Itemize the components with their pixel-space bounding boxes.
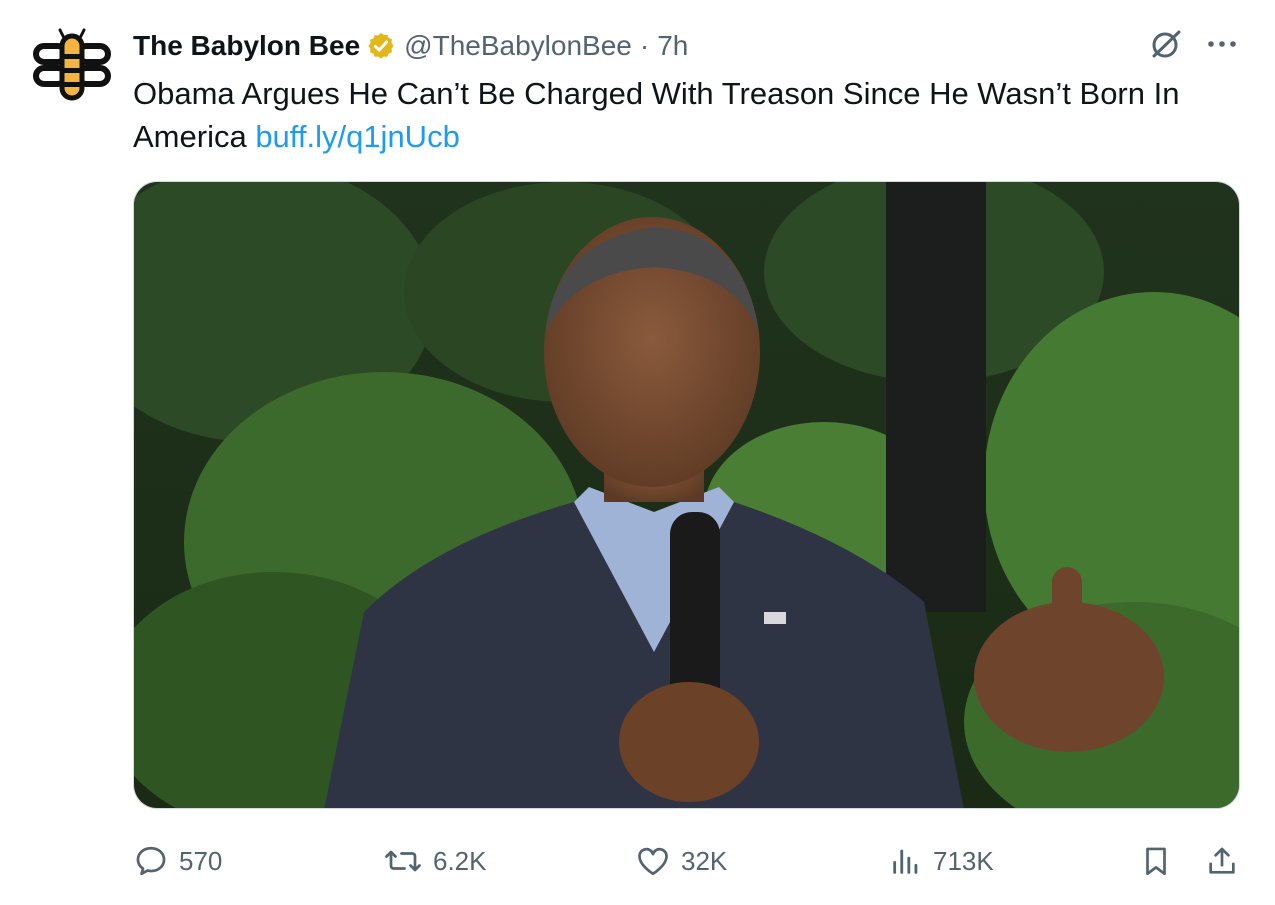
handle[interactable]: @TheBabylonBee	[404, 30, 632, 62]
tweet-photo[interactable]	[133, 181, 1240, 809]
like-count: 32K	[681, 845, 728, 876]
heart-icon	[638, 847, 668, 876]
grok-icon[interactable]	[1148, 26, 1184, 62]
reply-icon	[136, 846, 166, 876]
retweet-button[interactable]: 6.2K	[383, 838, 487, 884]
tweet-actions: 570 6.2K 32K 713K	[133, 838, 1243, 884]
avatar[interactable]	[30, 24, 114, 108]
tweet-header: The Babylon Bee @TheBabylonBee · 7h	[133, 28, 688, 64]
reply-button[interactable]: 570	[133, 838, 222, 884]
bookmark-button[interactable]	[1139, 838, 1173, 884]
tweet-link[interactable]: buff.ly/q1jnUcb	[255, 119, 460, 154]
share-button[interactable]	[1205, 838, 1239, 884]
views-button[interactable]: 713K	[889, 838, 994, 884]
more-icon[interactable]	[1204, 30, 1240, 58]
retweet-count: 6.2K	[433, 845, 487, 876]
like-button[interactable]: 32K	[635, 838, 727, 884]
bookmark-icon	[1146, 847, 1166, 876]
display-name[interactable]: The Babylon Bee	[133, 30, 360, 62]
dot-separator: ·	[639, 30, 650, 61]
share-icon	[1209, 847, 1235, 874]
timestamp[interactable]: 7h	[657, 30, 688, 62]
verified-badge-icon[interactable]	[366, 31, 396, 61]
photo-illustration	[134, 182, 1239, 808]
tweet-text: Obama Argues He Can’t Be Charged With Tr…	[133, 72, 1233, 158]
reply-count: 570	[179, 845, 223, 876]
retweet-icon	[385, 850, 421, 872]
analytics-icon	[893, 849, 918, 874]
views-count: 713K	[933, 845, 994, 876]
bee-logo-icon	[30, 24, 114, 108]
